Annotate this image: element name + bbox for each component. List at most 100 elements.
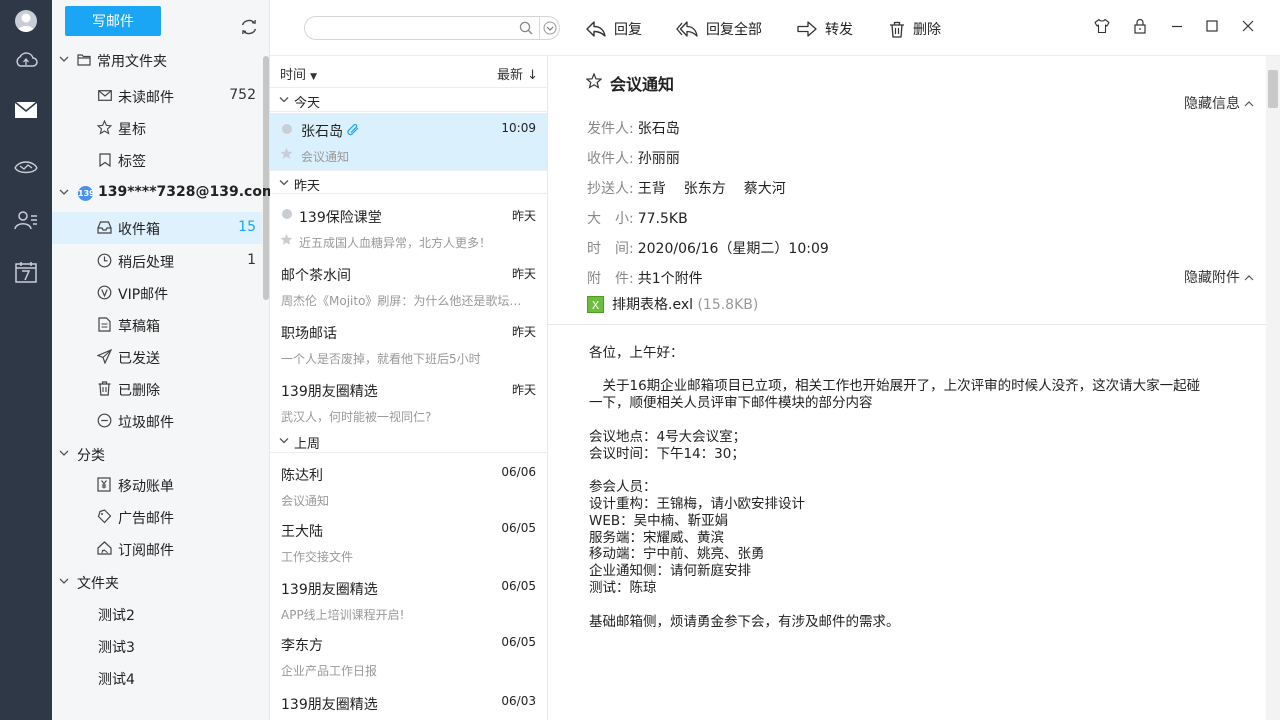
date: 昨天 xyxy=(511,209,536,223)
vip-icon xyxy=(97,285,112,300)
search-options-icon[interactable] xyxy=(543,21,557,35)
forward-button[interactable]: 转发 xyxy=(797,18,853,40)
refresh-icon[interactable] xyxy=(239,17,259,37)
folder-drafts[interactable]: 草稿箱 xyxy=(52,309,262,341)
folder-subscriptions[interactable]: 订阅邮件 xyxy=(52,533,262,565)
message-list: 时间 ▼ 最新 ↓ 今天 张石岛 10:09 会议通知 昨天 139保险课堂 昨… xyxy=(270,56,548,720)
meta-label: 收件人: xyxy=(587,151,634,167)
sort-field-dropdown[interactable]: 时间 ▼ xyxy=(280,64,317,83)
list-item[interactable]: 李东方 06/05 企业产品工作日报 xyxy=(270,627,547,685)
folder-inbox[interactable]: 收件箱 15 xyxy=(52,212,262,244)
sender: 职场邮话 xyxy=(281,326,337,342)
reader-scrollbar-track[interactable] xyxy=(1266,56,1280,720)
folder-custom[interactable]: 测试4 xyxy=(52,662,262,694)
folder-ads[interactable]: 广告邮件 xyxy=(52,501,262,533)
folder-scrollbar[interactable] xyxy=(263,56,269,300)
meta-time: 时 间: 2020/06/16（星期二）10:09 xyxy=(587,238,829,258)
cc-name[interactable]: 张东方 xyxy=(684,181,726,197)
search-input[interactable] xyxy=(315,19,515,37)
forward-label: 转发 xyxy=(825,22,853,38)
list-item[interactable]: 139朋友圈精选 06/05 APP线上培训课程开启! xyxy=(270,571,547,629)
sender-name[interactable]: 张石岛 xyxy=(638,121,680,137)
contacts-icon[interactable] xyxy=(0,200,52,240)
account-row[interactable]: 139 139****7328@139.com xyxy=(52,177,277,209)
rss-home-icon xyxy=(97,541,112,555)
attachment-file[interactable]: X 排期表格.exl (15.8KB) xyxy=(587,294,758,314)
search-box[interactable] xyxy=(304,16,560,40)
moments-icon[interactable] xyxy=(0,146,52,186)
folder-label: 测试4 xyxy=(98,672,135,688)
recipient-name[interactable]: 孙丽丽 xyxy=(638,151,680,167)
folder-group-common[interactable]: 常用文件夹 xyxy=(52,44,262,76)
folder-group-custom[interactable]: 文件夹 xyxy=(52,566,262,598)
maximize-icon[interactable] xyxy=(1204,18,1220,34)
meta-label: 发件人: xyxy=(587,121,634,137)
list-item[interactable]: 职场邮话 昨天 一个人是否废掉，就看他下班后5小时 xyxy=(270,315,547,373)
list-item[interactable]: 139保险课堂 昨天 近五成国人血糖异常，北方人更多！ xyxy=(270,199,547,257)
account-badge-icon: 139 xyxy=(78,186,95,201)
meta-label: 抄送人: xyxy=(587,181,634,197)
chevron-down-icon xyxy=(279,438,289,444)
skin-icon[interactable] xyxy=(1094,18,1110,34)
email-subject: 会议通知 xyxy=(610,75,675,94)
trash-icon xyxy=(98,381,111,396)
account-label: 139****7328@139.com xyxy=(98,184,277,200)
mail-icon[interactable] xyxy=(0,90,52,130)
list-item[interactable]: 邮个茶水间 昨天 周杰伦《Mojito》刷屏：为什么他还是歌坛扛把子 xyxy=(270,257,547,315)
sender: 李东方 xyxy=(281,638,323,654)
list-item[interactable]: 139朋友圈精选 06/03 xyxy=(270,686,547,720)
folder-unread[interactable]: 未读邮件 752 xyxy=(52,80,262,112)
folder-group-category[interactable]: 分类 xyxy=(52,438,262,470)
star-icon[interactable] xyxy=(586,73,602,89)
attachment-count: 共1个附件 xyxy=(637,271,703,287)
calendar-icon[interactable] xyxy=(0,252,52,292)
list-item[interactable]: 王大陆 06/05 工作交接文件 xyxy=(270,513,547,571)
body-line: 会议时间：下午14：30； xyxy=(589,446,745,462)
chevron-up-icon xyxy=(1244,274,1254,280)
sort-order-toggle[interactable]: 最新 ↓ xyxy=(497,64,538,83)
folder-deleted[interactable]: 已删除 xyxy=(52,373,262,405)
folder-tags[interactable]: 标签 xyxy=(52,144,262,176)
star-icon[interactable] xyxy=(280,233,293,246)
forward-icon xyxy=(797,21,817,37)
folder-later[interactable]: 稍后处理 1 xyxy=(52,245,262,277)
minimize-icon[interactable] xyxy=(1169,18,1185,34)
hide-attachments-toggle[interactable]: 隐藏附件 xyxy=(1184,267,1254,287)
folder-bills[interactable]: 移动账单 xyxy=(52,469,262,501)
cloud-icon[interactable] xyxy=(0,40,52,80)
meta-label: 附 件: xyxy=(587,271,634,287)
group-header-last-week[interactable]: 上周 xyxy=(270,429,547,453)
delete-button[interactable]: 删除 xyxy=(889,18,941,40)
search-icon[interactable] xyxy=(519,21,533,35)
lock-icon[interactable] xyxy=(1132,18,1148,34)
body-line: 会议地点：4号大会议室； xyxy=(589,429,747,445)
email-time: 2020/06/16（星期二）10:09 xyxy=(637,241,829,257)
subject: 近五成国人血糖异常，北方人更多！ xyxy=(299,236,492,250)
folder-starred[interactable]: 星标 xyxy=(52,112,262,144)
reply-all-button[interactable]: 回复全部 xyxy=(676,18,762,40)
star-icon[interactable] xyxy=(280,147,293,160)
date: 06/05 xyxy=(501,579,536,593)
folder-sent[interactable]: 已发送 xyxy=(52,341,262,373)
group-header-today[interactable]: 今天 xyxy=(270,88,547,112)
folder-custom[interactable]: 测试3 xyxy=(52,630,262,662)
folder-custom[interactable]: 测试2 xyxy=(52,598,262,630)
cc-name[interactable]: 王背 xyxy=(638,181,666,197)
meta-label: 大 小: xyxy=(587,211,634,227)
folder-label: 广告邮件 xyxy=(118,511,174,527)
hide-info-toggle[interactable]: 隐藏信息 xyxy=(1184,93,1254,113)
compose-button[interactable]: 写邮件 xyxy=(65,6,161,36)
folder-vip[interactable]: VIP邮件 xyxy=(52,277,262,309)
list-item[interactable]: 张石岛 10:09 会议通知 xyxy=(270,113,547,171)
caret-down-icon: ▼ xyxy=(310,72,318,82)
subject: 会议通知 xyxy=(301,150,350,164)
folder-spam[interactable]: 垃圾邮件 xyxy=(52,405,262,437)
list-item[interactable]: 139朋友圈精选 昨天 武汉人，何时能被一视同仁? xyxy=(270,373,547,431)
reader-scrollbar-thumb[interactable] xyxy=(1268,70,1278,108)
close-icon[interactable] xyxy=(1240,18,1256,34)
group-header-yesterday[interactable]: 昨天 xyxy=(270,170,547,194)
cc-name[interactable]: 蔡大河 xyxy=(744,181,786,197)
list-item[interactable]: 陈达利 06/06 会议通知 xyxy=(270,457,547,515)
reply-button[interactable]: 回复 xyxy=(586,18,642,40)
avatar[interactable] xyxy=(15,10,37,32)
